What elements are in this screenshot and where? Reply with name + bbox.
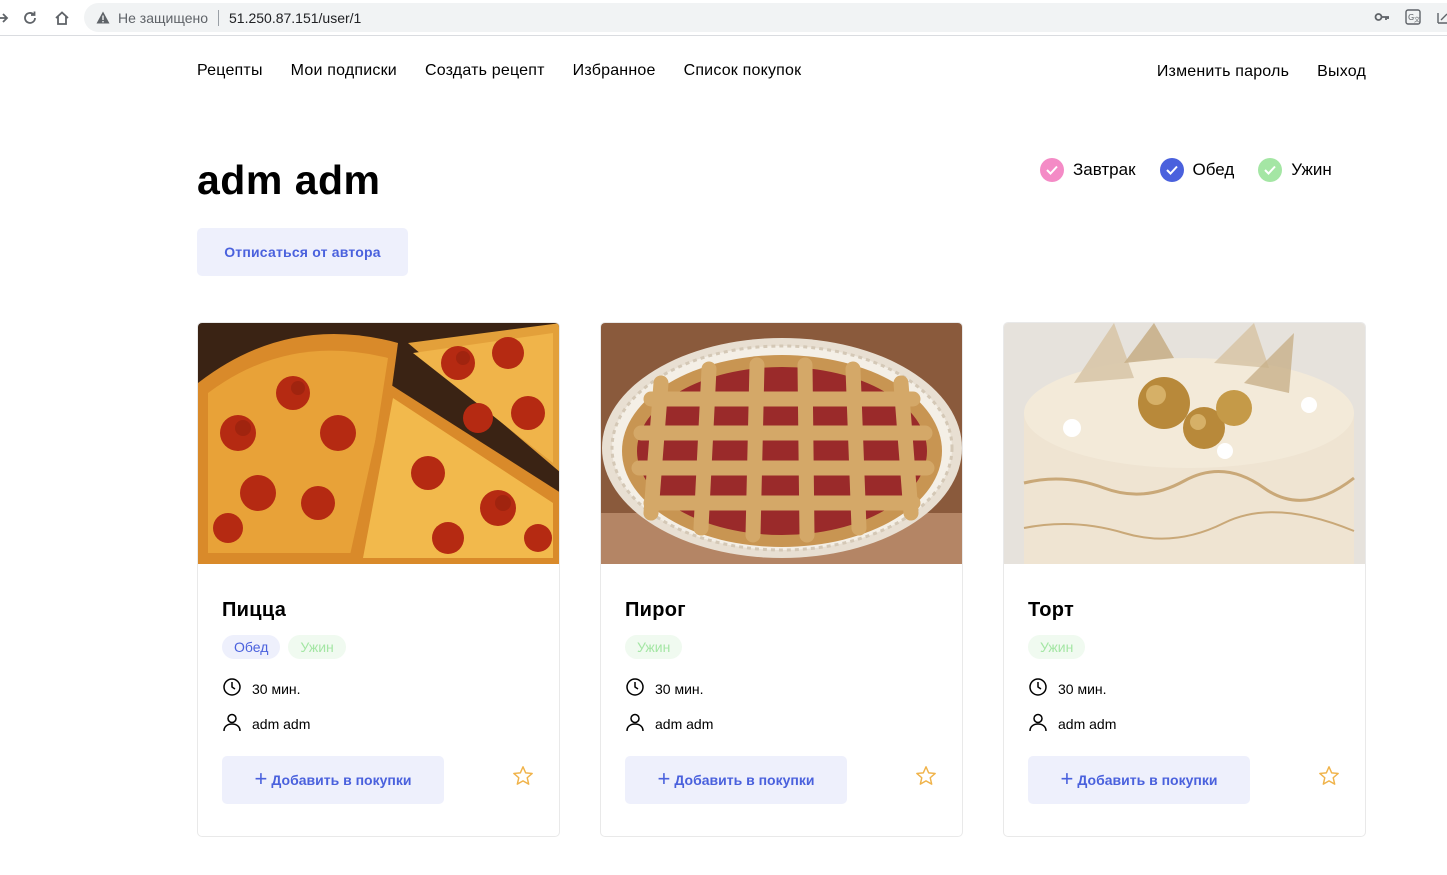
warning-icon[interactable] xyxy=(96,11,110,24)
filter-dinner[interactable]: Ужин xyxy=(1258,158,1332,182)
logout-link[interactable]: Выход xyxy=(1317,63,1366,81)
add-to-cart-label: Добавить в покупки xyxy=(674,772,815,788)
main-nav: Рецепты Мои подписки Создать рецепт Избр… xyxy=(197,62,801,80)
add-to-cart-label: Добавить в покупки xyxy=(271,772,412,788)
cook-time: 30 мин. xyxy=(222,677,301,700)
author-name[interactable]: adm adm xyxy=(1058,716,1116,732)
filter-label: Ужин xyxy=(1291,160,1332,179)
check-icon xyxy=(1040,158,1064,182)
filter-lunch[interactable]: Обед xyxy=(1159,158,1235,182)
recipe-image-pie[interactable] xyxy=(601,323,962,564)
address-divider xyxy=(218,9,219,26)
recipe-author: adm adm xyxy=(222,712,310,735)
clock-icon xyxy=(1028,677,1048,700)
check-icon xyxy=(1159,158,1184,182)
cook-time-value: 30 мин. xyxy=(1058,680,1107,697)
check-icon xyxy=(1258,158,1283,182)
author-name[interactable]: adm adm xyxy=(655,716,713,732)
share-icon[interactable] xyxy=(1436,9,1447,30)
favorite-star-icon[interactable] xyxy=(1318,765,1340,792)
add-to-cart-button[interactable]: + Добавить в покупки xyxy=(625,756,847,804)
nav-shopping-list[interactable]: Список покупок xyxy=(684,62,802,80)
meal-filters: Завтрак Обед Ужин xyxy=(1040,158,1332,182)
recipe-author: adm adm xyxy=(1028,712,1116,735)
plus-icon: + xyxy=(254,766,268,791)
nav-favorites[interactable]: Избранное xyxy=(573,62,656,80)
recipe-card: Торт Ужин 30 мин. adm adm + Добавить в п… xyxy=(1003,322,1366,837)
recipe-tags: Ужин xyxy=(1028,635,1086,659)
nav-recipes[interactable]: Рецепты xyxy=(197,62,263,80)
nav-subscriptions[interactable]: Мои подписки xyxy=(291,62,397,80)
recipe-tags: Ужин xyxy=(625,635,683,659)
svg-text:文: 文 xyxy=(1414,16,1420,24)
home-icon[interactable] xyxy=(51,7,73,29)
recipe-title[interactable]: Пирог xyxy=(625,599,686,622)
cook-time: 30 мин. xyxy=(1028,677,1107,700)
filter-label: Завтрак xyxy=(1073,160,1136,179)
recipe-card: Пицца Обед Ужин 30 мин. adm adm + Добави… xyxy=(197,322,560,837)
clock-icon xyxy=(625,677,645,700)
reload-icon[interactable] xyxy=(19,7,41,29)
tag-dinner: Ужин xyxy=(625,635,683,659)
cook-time-value: 30 мин. xyxy=(252,680,301,697)
recipe-title[interactable]: Торт xyxy=(1028,599,1074,622)
nav-create-recipe[interactable]: Создать рецепт xyxy=(425,62,545,80)
plus-icon: + xyxy=(1060,766,1074,791)
add-to-cart-button[interactable]: + Добавить в покупки xyxy=(1028,756,1250,804)
add-to-cart-label: Добавить в покупки xyxy=(1077,772,1218,788)
change-password-link[interactable]: Изменить пароль xyxy=(1157,63,1289,81)
user-icon xyxy=(222,712,242,735)
author-name[interactable]: adm adm xyxy=(252,716,310,732)
recipe-author: adm adm xyxy=(625,712,713,735)
plus-icon: + xyxy=(657,766,671,791)
recipe-card: Пирог Ужин 30 мин. adm adm + Добавить в … xyxy=(600,322,963,837)
recipe-tags: Обед Ужин xyxy=(222,635,346,659)
url-text: 51.250.87.151/user/1 xyxy=(229,9,362,26)
page-title: adm adm xyxy=(197,157,381,203)
favorite-star-icon[interactable] xyxy=(512,765,534,792)
filter-breakfast[interactable]: Завтрак xyxy=(1040,158,1136,182)
key-icon[interactable] xyxy=(1374,9,1390,30)
recipe-image-pizza[interactable] xyxy=(198,323,559,564)
security-status: Не защищено xyxy=(118,9,208,26)
recipe-title[interactable]: Пицца xyxy=(222,599,286,622)
user-nav: Изменить пароль Выход xyxy=(1157,63,1366,81)
recipe-image-cake[interactable] xyxy=(1004,323,1365,564)
tag-lunch: Обед xyxy=(222,635,281,659)
translate-icon[interactable]: G文 xyxy=(1405,9,1421,30)
forward-icon[interactable] xyxy=(0,7,14,29)
cook-time-value: 30 мин. xyxy=(655,680,704,697)
cook-time: 30 мин. xyxy=(625,677,704,700)
tag-dinner: Ужин xyxy=(288,635,346,659)
tag-dinner: Ужин xyxy=(1028,635,1086,659)
address-bar[interactable]: Не защищено 51.250.87.151/user/1 xyxy=(84,3,1447,32)
browser-toolbar: Не защищено 51.250.87.151/user/1 G文 xyxy=(0,0,1447,36)
filter-label: Обед xyxy=(1192,160,1235,179)
favorite-star-icon[interactable] xyxy=(915,765,937,792)
user-icon xyxy=(625,712,645,735)
add-to-cart-button[interactable]: + Добавить в покупки xyxy=(222,756,444,804)
unsubscribe-button[interactable]: Отписаться от автора xyxy=(197,228,408,276)
clock-icon xyxy=(222,677,242,700)
user-icon xyxy=(1028,712,1048,735)
